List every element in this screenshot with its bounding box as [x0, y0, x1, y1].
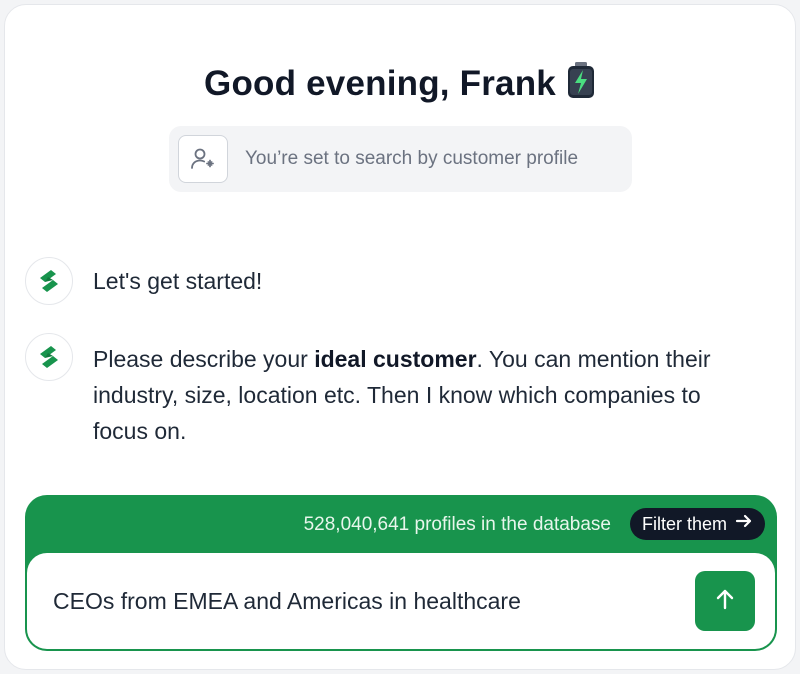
- filter-them-label: Filter them: [641, 514, 727, 534]
- page-title: Good evening, Frank: [5, 61, 795, 108]
- brand-logo-icon: [25, 333, 73, 381]
- greeting-text: Good evening, Frank: [204, 64, 556, 103]
- message-text-emphasis: ideal customer: [314, 346, 477, 372]
- chat-message-text: Let's get started!: [93, 268, 263, 294]
- send-button[interactable]: [695, 571, 755, 631]
- profile-count: 528,040,641 profiles in the database: [303, 514, 611, 535]
- arrow-right-icon: [735, 508, 753, 540]
- battery-icon: [566, 61, 596, 108]
- search-mode-banner[interactable]: You’re set to search by customer profile: [169, 126, 632, 192]
- search-mode-text: You’re set to search by customer profile: [245, 148, 579, 169]
- brand-logo-icon: [25, 257, 73, 305]
- chat-card: Good evening, Frank You’re set to search…: [4, 4, 796, 670]
- arrow-up-icon: [713, 587, 737, 616]
- composer: 528,040,641 profiles in the database Fil…: [25, 495, 777, 651]
- message-text-start: Please describe your: [93, 346, 315, 372]
- search-input-value[interactable]: CEOs from EMEA and Americas in healthcar…: [53, 553, 521, 649]
- user-sparkle-icon: [178, 135, 228, 183]
- chat-message-text: Please describe your ideal customer. You…: [93, 341, 733, 449]
- search-input[interactable]: CEOs from EMEA and Americas in healthcar…: [27, 553, 775, 649]
- filter-them-button[interactable]: Filter them: [629, 508, 765, 540]
